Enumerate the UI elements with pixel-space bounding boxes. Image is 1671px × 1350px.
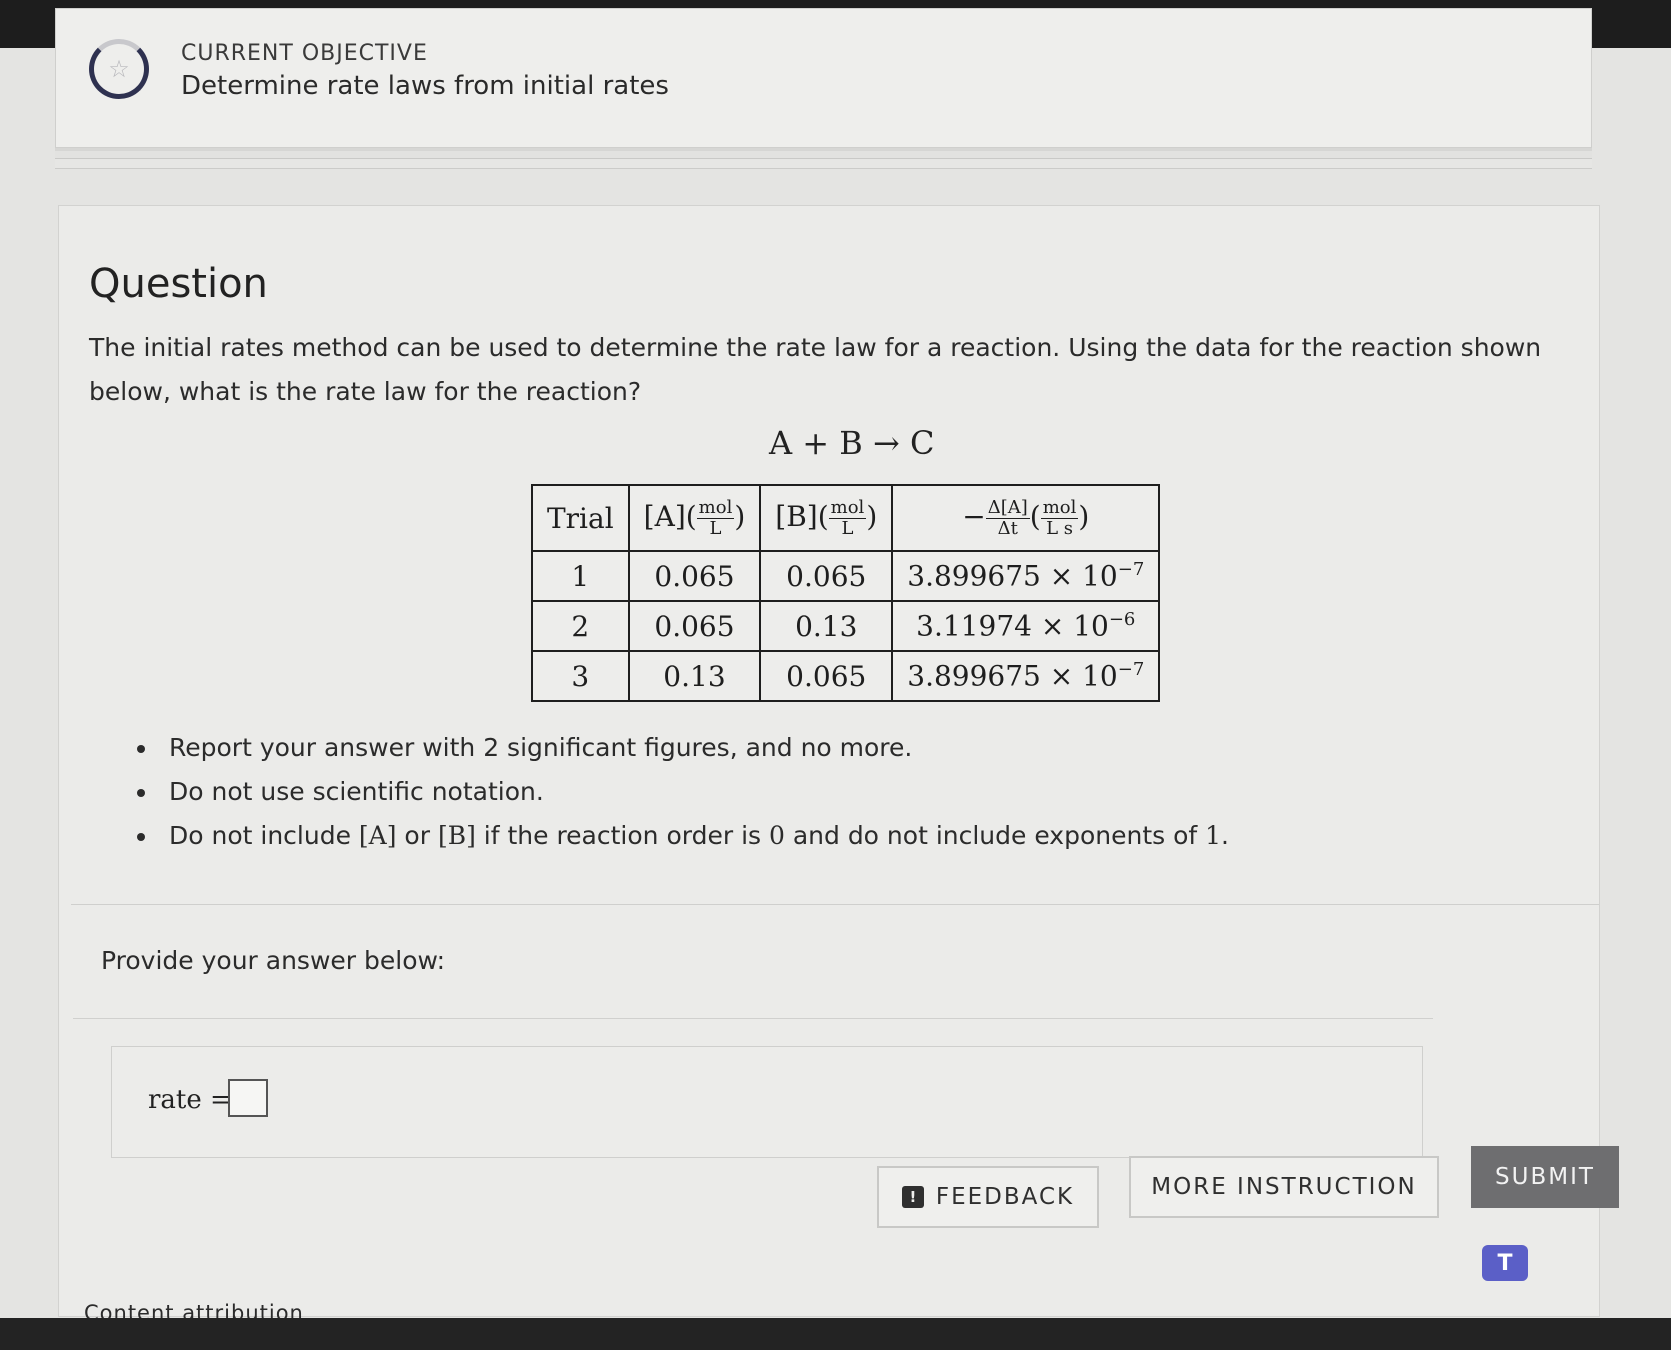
objective-progress-ring: ☆ [89, 39, 149, 99]
reaction-equation: A + B → C [769, 424, 935, 462]
cell-trial: 3 [531, 650, 630, 702]
table-row: 3 0.13 0.065 3.899675 × 10−7 [531, 650, 1161, 702]
cell-trial: 2 [531, 600, 630, 652]
more-instruction-button[interactable]: MORE INSTRUCTION [1129, 1156, 1439, 1218]
cell-conc-a: 0.13 [627, 650, 762, 702]
table-row: 1 0.065 0.065 3.899675 × 10−7 [531, 550, 1161, 602]
answer-prompt: Provide your answer below: [101, 946, 445, 975]
cell-rate: 3.11974 × 10−6 [891, 600, 1161, 652]
header-rate: − Δ[A] Δt(mol L s) [891, 484, 1161, 552]
cell-conc-b: 0.065 [759, 650, 894, 702]
objective-label: CURRENT OBJECTIVE [181, 41, 428, 66]
screen: ☆ CURRENT OBJECTIVE Determine rate laws … [0, 0, 1671, 1350]
cell-rate: 3.899675 × 10−7 [891, 650, 1161, 702]
rate-label: rate = [148, 1085, 232, 1115]
bottom-bezel [0, 1318, 1671, 1350]
feedback-icon: ! [901, 1186, 924, 1208]
rate-answer-input[interactable] [228, 1079, 268, 1117]
teams-icon[interactable]: T [1482, 1245, 1528, 1281]
table-row: 2 0.065 0.13 3.11974 × 10−6 [531, 600, 1161, 652]
section-divider [71, 904, 1599, 905]
instruction-list: Report your answer with 2 significant fi… [129, 726, 1229, 858]
question-heading: Question [89, 261, 268, 307]
cell-conc-b: 0.13 [759, 600, 894, 652]
cell-conc-b: 0.065 [759, 550, 894, 602]
cell-conc-a: 0.065 [627, 600, 762, 652]
star-icon: ☆ [108, 55, 130, 83]
submit-button[interactable]: SUBMIT [1471, 1146, 1619, 1208]
cell-trial: 1 [531, 550, 630, 602]
table-header-row: Trial [A](mol L) [B](mol L) − Δ[A] Δt(mol L s… [531, 484, 1161, 552]
feedback-label: FEEDBACK [935, 1184, 1075, 1210]
answer-box: rate = [111, 1046, 1423, 1158]
cell-conc-a: 0.065 [627, 550, 762, 602]
header-conc-b: [B](mol L) [759, 484, 894, 552]
feedback-button[interactable]: ! FEEDBACK [877, 1166, 1099, 1228]
initial-rates-table: Trial [A](mol L) [B](mol L) − Δ[A] Δt(mol L s… [531, 484, 1161, 702]
question-text: The initial rates method can be used to … [89, 333, 1542, 406]
answer-divider [73, 1018, 1433, 1019]
instruction-sig-figs: Report your answer with 2 significant fi… [159, 726, 1229, 770]
cell-rate: 3.899675 × 10−7 [891, 550, 1161, 602]
question-panel: Question The initial rates method can be… [58, 205, 1619, 1328]
instruction-no-scientific: Do not use scientific notation. [159, 770, 1229, 814]
objective-title: Determine rate laws from initial rates [181, 71, 669, 101]
instruction-order: Do not include [A] or [B] if the reactio… [159, 814, 1229, 858]
objective-card: ☆ CURRENT OBJECTIVE Determine rate laws … [55, 8, 1592, 148]
header-trial: Trial [531, 484, 630, 552]
header-conc-a: [A](mol L) [627, 484, 762, 552]
